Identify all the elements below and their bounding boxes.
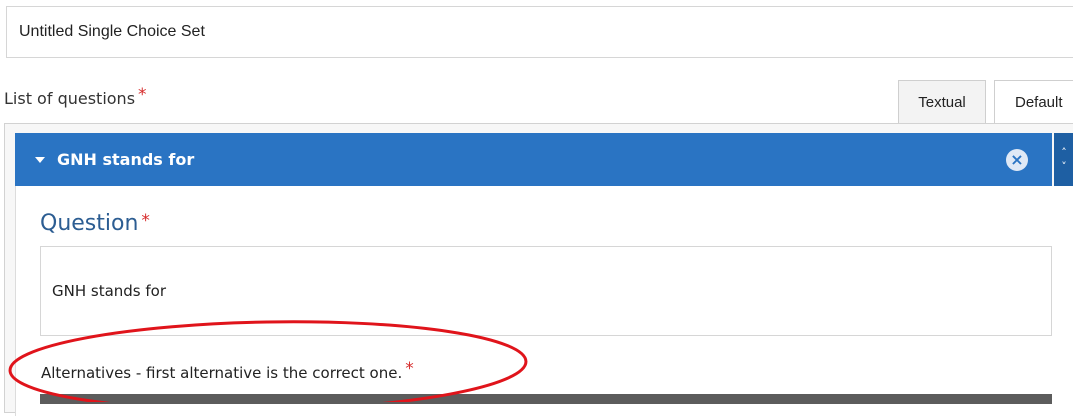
alternatives-label-text: Alternatives - first alternative is the … (41, 364, 403, 382)
caret-down-icon[interactable] (35, 156, 45, 163)
chevron-up-icon[interactable]: ˄ (1061, 146, 1067, 160)
question-input-value: GNH stands for (52, 282, 167, 300)
chevron-down-icon[interactable]: ˅ (1061, 160, 1067, 174)
required-marker: * (138, 85, 147, 105)
title-input[interactable]: Untitled Single Choice Set (6, 6, 1073, 58)
required-marker: * (141, 211, 150, 231)
remove-circle-icon[interactable]: × (1006, 149, 1028, 171)
tab-textual[interactable]: Textual (898, 80, 986, 124)
question-text-input[interactable]: GNH stands for (40, 246, 1052, 336)
title-input-value: Untitled Single Choice Set (19, 23, 205, 40)
list-label-text: List of questions (4, 89, 136, 108)
question-field-label: Question * (40, 211, 150, 236)
question-item-header[interactable]: GNH stands for × (15, 133, 1052, 186)
tab-textual-label: Textual (918, 93, 966, 111)
alternatives-label: Alternatives - first alternative is the … (41, 359, 414, 383)
list-of-questions-label: List of questions * (4, 85, 147, 109)
question-label-text: Question (40, 211, 139, 236)
tab-default-label: Default (1015, 93, 1063, 111)
question-item-title: GNH stands for (57, 150, 195, 169)
required-marker: * (405, 359, 414, 379)
tab-default[interactable]: Default (994, 80, 1073, 124)
alternatives-list-bar (40, 394, 1052, 404)
order-up-down-icon[interactable]: ˄ ˅ (1054, 133, 1073, 186)
